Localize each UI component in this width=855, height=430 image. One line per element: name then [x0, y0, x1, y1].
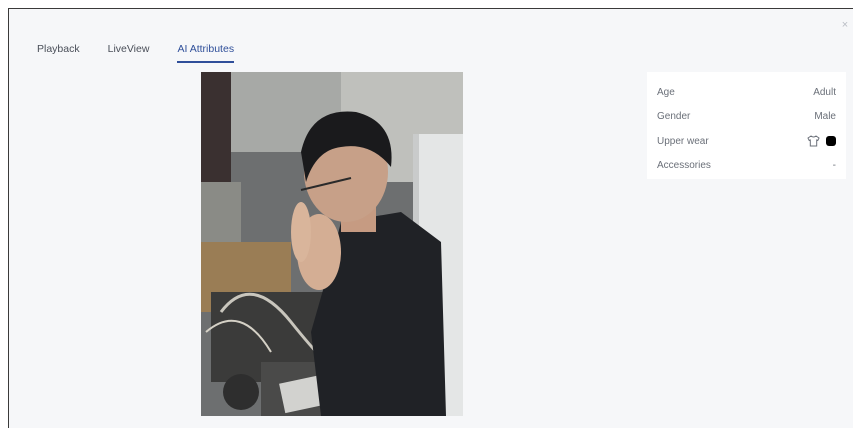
attribute-value — [807, 135, 836, 147]
attribute-row-gender: Gender Male — [657, 105, 836, 130]
attribute-value: Adult — [813, 86, 836, 98]
attribute-dialog: × Playback LiveView AI Attributes Age Ad… — [8, 8, 853, 428]
attribute-label: Gender — [657, 111, 691, 123]
attribute-label: Accessories — [657, 160, 711, 172]
tab-bar: Playback LiveView AI Attributes — [37, 43, 262, 63]
attribute-value: Male — [814, 111, 836, 123]
upper-wear-color-swatch — [826, 136, 836, 147]
attribute-label: Age — [657, 86, 675, 98]
attribute-value: - — [832, 160, 836, 172]
attribute-row-age: Age Adult — [657, 80, 836, 105]
tab-playback[interactable]: Playback — [37, 43, 80, 63]
attributes-panel: Age Adult Gender Male Upper wear Accesso… — [647, 72, 846, 179]
captured-person-image — [201, 72, 463, 416]
tab-ai-attributes[interactable]: AI Attributes — [177, 43, 234, 63]
attribute-row-accessories: Accessories - — [657, 154, 836, 179]
attribute-label: Upper wear — [657, 135, 709, 147]
tshirt-icon — [807, 135, 820, 147]
attribute-row-upper-wear: Upper wear — [657, 129, 836, 154]
close-icon[interactable]: × — [839, 19, 851, 31]
tab-liveview[interactable]: LiveView — [108, 43, 150, 63]
